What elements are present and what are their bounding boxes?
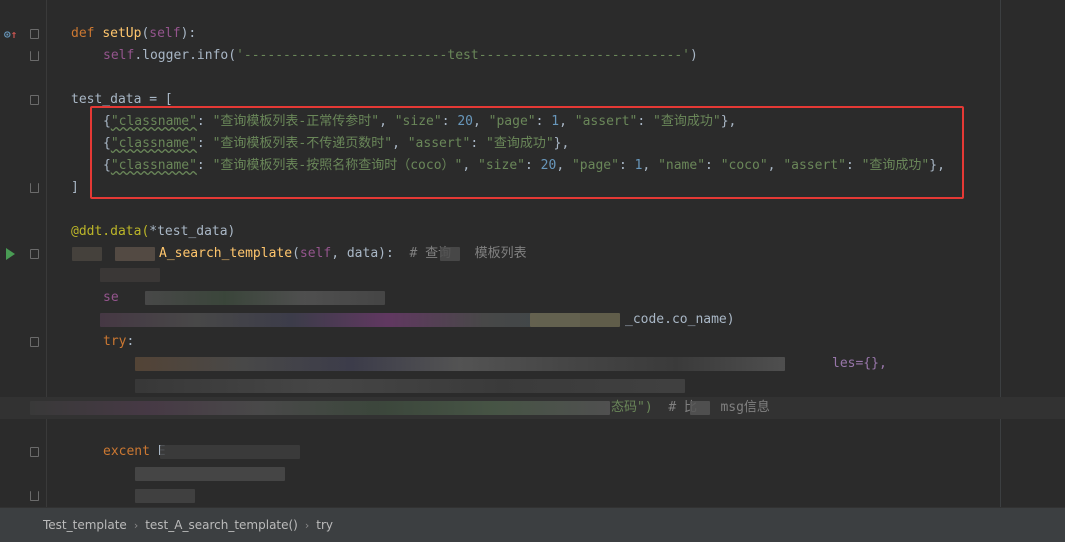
fold-marker-icon[interactable]	[30, 51, 39, 61]
fold-marker-icon[interactable]	[30, 249, 39, 259]
code-line-decorator: @ddt.data(*test_data)	[71, 224, 236, 239]
run-test-icon[interactable]	[6, 248, 15, 260]
code-line-except: excent E	[103, 444, 166, 459]
redacted-block	[135, 357, 785, 371]
redacted-block	[135, 489, 195, 503]
breadcrumb-item-class[interactable]: Test_template	[43, 518, 127, 532]
gutter-divider	[46, 0, 47, 507]
code-line-search-def: A_search_template(self, data): # 查询 模板列表	[159, 246, 527, 261]
code-line-se: se	[103, 290, 119, 305]
fold-marker-icon[interactable]	[30, 95, 39, 105]
redacted-block	[100, 313, 580, 327]
breadcrumb-item-method[interactable]: test_A_search_template()	[145, 518, 298, 532]
redacted-block	[440, 247, 460, 261]
breadcrumb: Test_template › test_A_search_template()…	[0, 507, 1065, 542]
fold-marker-icon[interactable]	[30, 29, 39, 39]
override-method-icon[interactable]: ⊙↑	[4, 28, 17, 41]
code-line-logger: self.logger.info('----------------------…	[103, 48, 698, 63]
breadcrumb-item-try[interactable]: try	[316, 518, 333, 532]
redacted-block	[530, 313, 620, 327]
fold-marker-icon[interactable]	[30, 337, 39, 347]
annotation-highlight-box	[90, 106, 964, 199]
code-editor[interactable]: def setUp(self): self.logger.info('-----…	[48, 0, 1065, 507]
code-line-co-name: _code.co_name)	[625, 312, 735, 327]
redacted-block	[690, 401, 710, 415]
fold-marker-icon[interactable]	[30, 183, 39, 193]
code-line-try: try:	[103, 334, 135, 349]
chevron-right-icon: ›	[304, 518, 310, 532]
redacted-block	[115, 247, 155, 261]
code-line-setup-def: def setUp(self):	[71, 26, 197, 41]
redacted-block	[145, 291, 385, 305]
redacted-block	[135, 379, 685, 393]
redacted-block	[30, 401, 610, 415]
code-line-les: les={},	[832, 356, 887, 371]
redacted-block	[160, 445, 300, 459]
code-line-close-bracket: ]	[71, 180, 79, 195]
fold-marker-icon[interactable]	[30, 447, 39, 457]
fold-marker-icon[interactable]	[30, 491, 39, 501]
redacted-block	[135, 467, 285, 481]
chevron-right-icon: ›	[133, 518, 139, 532]
redacted-block	[100, 268, 160, 282]
redacted-block	[72, 247, 102, 261]
